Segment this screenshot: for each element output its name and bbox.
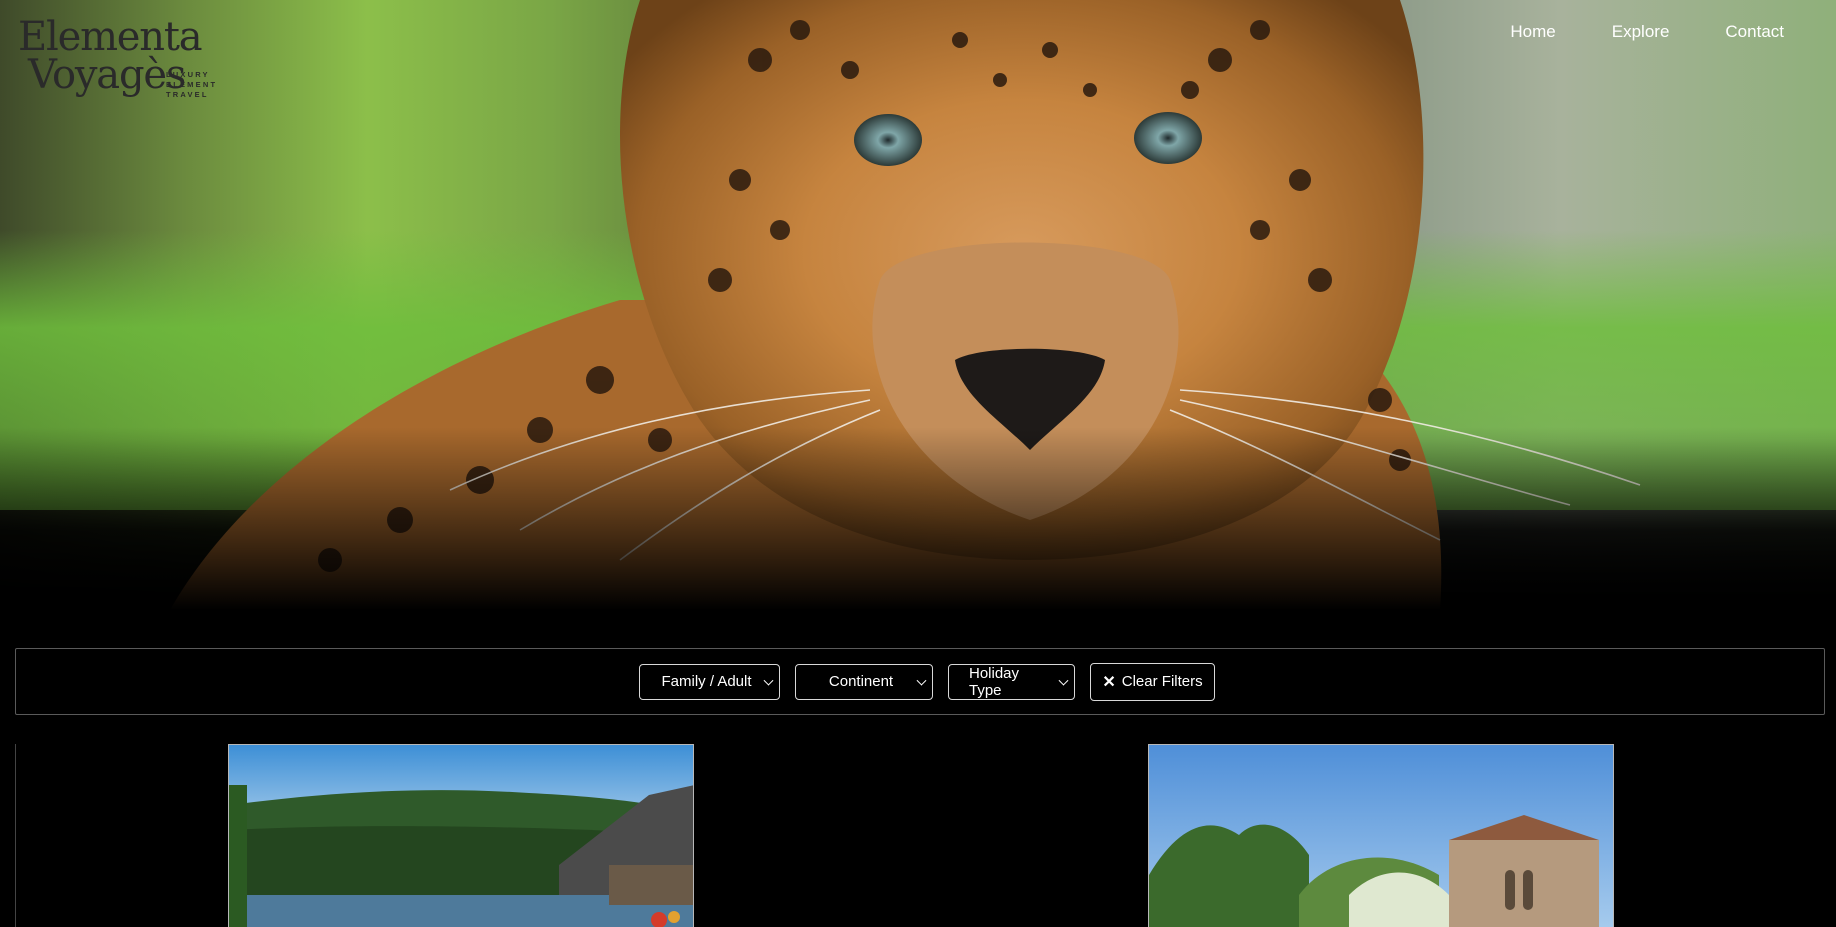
continent-select-value: Continent xyxy=(828,673,894,690)
chevron-down-icon xyxy=(1058,675,1069,686)
destination-card[interactable] xyxy=(1148,744,1614,927)
clear-filters-button[interactable]: ✕ Clear Filters xyxy=(1090,662,1215,701)
content-divider xyxy=(15,744,16,927)
nav-explore-link[interactable]: Explore xyxy=(1584,22,1698,42)
filter-bar: Family / Adult Continent Holiday Type ✕ … xyxy=(15,648,1825,715)
brand-tagline-line1: LUXURY xyxy=(166,70,210,79)
family-adult-select[interactable]: Family / Adult xyxy=(639,663,780,700)
brand-tagline-line2: ELEMENT xyxy=(166,80,218,89)
brand-tagline: LUXURY ELEMENT TRAVEL xyxy=(166,70,217,100)
close-icon: ✕ xyxy=(1102,673,1116,691)
nav-contact-link[interactable]: Contact xyxy=(1697,22,1784,42)
family-adult-select-value: Family / Adult xyxy=(661,673,752,690)
chevron-down-icon xyxy=(763,675,774,686)
brand-logo[interactable]: Elementa Voyagès LUXURY ELEMENT TRAVEL xyxy=(18,14,218,103)
hero-leopard-image xyxy=(0,0,1836,610)
holiday-type-select[interactable]: Holiday Type xyxy=(948,663,1075,700)
clear-filters-label: Clear Filters xyxy=(1121,673,1203,690)
main-nav: Home Explore Contact xyxy=(1482,22,1784,42)
nav-home-link[interactable]: Home xyxy=(1482,22,1583,42)
brand-tagline-line3: TRAVEL xyxy=(166,90,209,99)
destination-card-image xyxy=(1149,745,1613,927)
hero-banner: Elementa Voyagès LUXURY ELEMENT TRAVEL H… xyxy=(0,0,1836,610)
brand-name-line2: Voyagès xyxy=(28,52,186,98)
continent-select[interactable]: Continent xyxy=(795,663,933,700)
holiday-type-select-value: Holiday Type xyxy=(969,664,1020,699)
brand-name-line1: Elementa xyxy=(18,14,203,60)
chevron-down-icon xyxy=(916,675,927,686)
destination-card-image xyxy=(229,745,693,927)
destination-card[interactable] xyxy=(228,744,694,927)
